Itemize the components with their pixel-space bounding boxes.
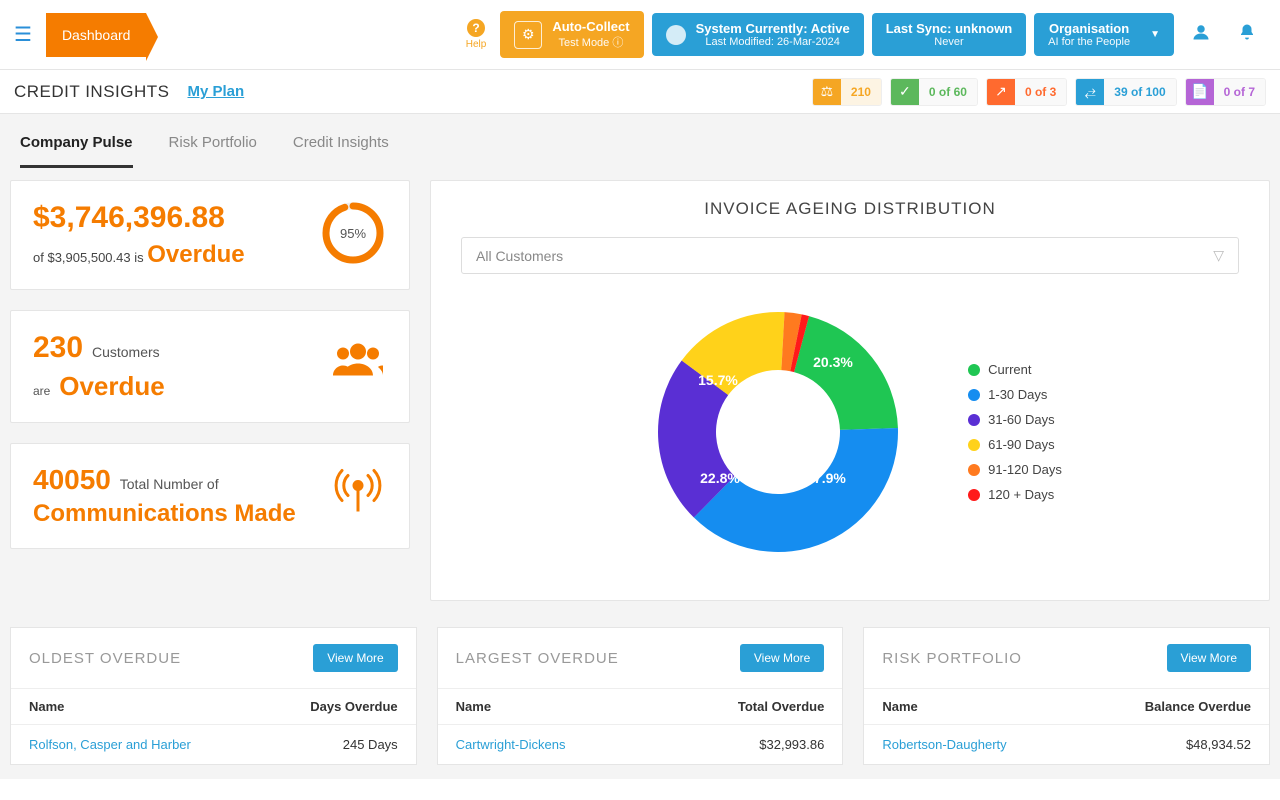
menu-icon[interactable]: ☰ xyxy=(14,22,32,47)
table-row[interactable]: Cartwright-Dickens$32,993.86 xyxy=(438,725,843,764)
tab-risk-portfolio[interactable]: Risk Portfolio xyxy=(169,134,257,168)
antenna-icon xyxy=(333,466,383,527)
sync-title: Last Sync: unknown xyxy=(886,21,1012,36)
oldest-title: OLDEST OVERDUE xyxy=(29,650,181,667)
oldest-overdue-card: OLDEST OVERDUE View More NameDays Overdu… xyxy=(10,627,417,765)
customers-count: 230 xyxy=(33,331,83,364)
badge-trend[interactable]: ↗0 of 3 xyxy=(986,78,1067,106)
pulse-icon: ⥄ xyxy=(1076,79,1104,105)
tab-credit-insights[interactable]: Credit Insights xyxy=(293,134,389,168)
badge-check[interactable]: ✓0 of 60 xyxy=(890,78,978,106)
robot-icon: ⚙ xyxy=(514,21,542,49)
risk-portfolio-card: RISK PORTFOLIO View More NameBalance Ove… xyxy=(863,627,1270,765)
system-sub: Last Modified: 26-Mar-2024 xyxy=(696,36,850,48)
help-label: Help xyxy=(466,39,487,50)
tab-company-pulse[interactable]: Company Pulse xyxy=(20,134,133,168)
view-more-risk[interactable]: View More xyxy=(1167,644,1251,672)
communications-card: 40050 Total Number of Communications Mad… xyxy=(10,443,410,549)
doc-icon: 📄 xyxy=(1186,79,1214,105)
chart-legend: Current 1-30 Days 31-60 Days 61-90 Days … xyxy=(968,362,1062,502)
my-plan-link[interactable]: My Plan xyxy=(187,83,244,100)
comm-count: 40050 xyxy=(33,464,111,495)
auto-collect-title: Auto-Collect xyxy=(552,19,629,34)
org-title: Organisation xyxy=(1048,21,1130,36)
badge-pulse[interactable]: ⥄39 of 100 xyxy=(1075,78,1176,106)
donut-chart: 20.3% 37.9% 22.8% 15.7% xyxy=(638,292,918,572)
chevron-down-icon: ▽ xyxy=(1213,247,1224,264)
help-button[interactable]: ? Help xyxy=(466,19,487,50)
trend-icon: ↗ xyxy=(987,79,1015,105)
customers-overdue-card: 230 Customers are Overdue xyxy=(10,310,410,423)
table-row[interactable]: Robertson-Daugherty$48,934.52 xyxy=(864,725,1269,764)
largest-title: LARGEST OVERDUE xyxy=(456,650,619,667)
view-more-largest[interactable]: View More xyxy=(740,644,824,672)
bell-icon[interactable] xyxy=(1228,23,1266,46)
chart-title: INVOICE AGEING DISTRIBUTION xyxy=(461,199,1239,219)
risk-title: RISK PORTFOLIO xyxy=(882,650,1022,667)
last-sync-pill[interactable]: Last Sync: unknown Never xyxy=(872,13,1026,56)
org-sub: AI for the People xyxy=(1048,36,1130,48)
system-title: System Currently: Active xyxy=(696,21,850,36)
badge-doc[interactable]: 📄0 of 7 xyxy=(1185,78,1266,106)
status-circle-icon xyxy=(666,25,686,45)
invoice-ageing-card: INVOICE AGEING DISTRIBUTION All Customer… xyxy=(430,180,1270,601)
customer-dropdown[interactable]: All Customers ▽ xyxy=(461,237,1239,274)
award-icon: ⚖ xyxy=(813,79,841,105)
overdue-pct-ring: 95% xyxy=(321,201,385,265)
auto-collect-sub: Test Mode xyxy=(559,37,610,49)
dashboard-flag[interactable]: Dashboard xyxy=(46,13,147,57)
largest-overdue-card: LARGEST OVERDUE View More NameTotal Over… xyxy=(437,627,844,765)
table-row[interactable]: Rolfson, Casper and Harber245 Days xyxy=(11,725,416,764)
check-icon: ✓ xyxy=(891,79,919,105)
overdue-label: Overdue xyxy=(147,241,244,268)
user-icon[interactable] xyxy=(1182,23,1220,46)
system-status-pill[interactable]: System Currently: Active Last Modified: … xyxy=(652,13,864,56)
help-icon: ? xyxy=(467,19,485,37)
page-title: CREDIT INSIGHTS xyxy=(14,82,169,102)
overdue-pct: 95% xyxy=(321,201,385,265)
overdue-amount-card: $3,746,396.88 of $3,905,500.43 is Overdu… xyxy=(10,180,410,290)
organisation-pill[interactable]: Organisation AI for the People ▼ xyxy=(1034,13,1174,56)
chevron-down-icon: ▼ xyxy=(1150,29,1160,40)
badge-award[interactable]: ⚖210 xyxy=(812,78,882,106)
view-more-oldest[interactable]: View More xyxy=(313,644,397,672)
auto-collect-pill[interactable]: ⚙ Auto-Collect Test Mode ⓘ xyxy=(500,11,643,58)
sync-sub: Never xyxy=(886,36,1012,48)
users-icon xyxy=(333,339,383,394)
